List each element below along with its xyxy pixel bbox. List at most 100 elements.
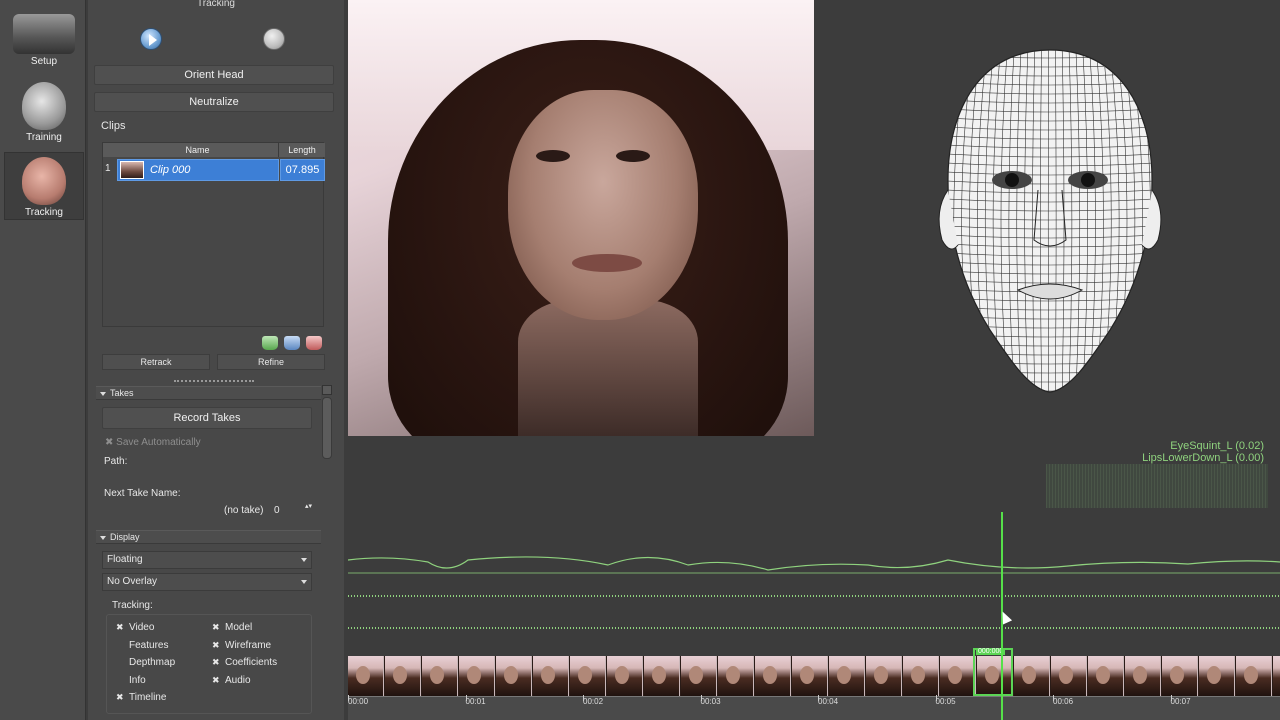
nav-training[interactable]: Training <box>4 82 84 146</box>
retrack-button[interactable]: Retrack <box>102 354 210 370</box>
timeline-tick: 00:05 <box>935 695 956 706</box>
wireframe-head-model <box>938 49 1162 393</box>
row-index: 1 <box>105 163 111 174</box>
filmstrip-frame[interactable] <box>755 656 791 696</box>
legend-lips-lower-down: LipsLowerDown_L (0.00) <box>1142 452 1264 464</box>
filmstrip-frame[interactable] <box>1051 656 1087 696</box>
info-label: Info <box>129 675 146 686</box>
filmstrip-frame[interactable] <box>644 656 680 696</box>
depthmap-checkbox[interactable]: Depthmap <box>116 657 175 668</box>
neutralize-button[interactable]: Neutralize <box>94 92 334 112</box>
tracking-head-icon <box>22 157 66 205</box>
duplicate-clip-icon[interactable] <box>284 336 300 350</box>
column-header-length[interactable]: Length <box>279 143 325 157</box>
filmstrip-frame[interactable] <box>1199 656 1235 696</box>
next-take-name-label: Next Take Name: <box>104 488 181 499</box>
model-checkbox[interactable]: ✖ Model <box>212 622 252 633</box>
splitter-handle[interactable] <box>174 380 254 382</box>
orient-head-button[interactable]: Orient Head <box>94 65 334 85</box>
filmstrip-frame[interactable] <box>903 656 939 696</box>
app-window: Setup Training Tracking Tracking Orient … <box>0 0 1280 720</box>
audio-checkbox[interactable]: ✖ Audio <box>212 675 251 686</box>
filmstrip-frame[interactable] <box>792 656 828 696</box>
save-automatically-checkbox[interactable]: ✖ Save Automatically <box>105 437 201 448</box>
timeline-ruler[interactable]: 00:00 00:01 00:02 00:03 00:04 00:05 00:06 00:07 <box>348 695 1280 720</box>
filmstrip[interactable] <box>348 656 1280 696</box>
filmstrip-frame[interactable] <box>1162 656 1198 696</box>
check-mark-icon: ✖ <box>105 437 117 448</box>
filmstrip-frame[interactable] <box>496 656 532 696</box>
filmstrip-frame[interactable] <box>681 656 717 696</box>
filmstrip-frame[interactable] <box>570 656 606 696</box>
add-clip-icon[interactable] <box>262 336 278 350</box>
take-number-stepper[interactable]: 0 <box>272 503 312 519</box>
wireframe-checkbox[interactable]: ✖ Wireframe <box>212 640 271 651</box>
filmstrip-frame[interactable] <box>607 656 643 696</box>
timeline-tick: 00:00 <box>348 695 369 706</box>
scroll-up-button[interactable] <box>322 385 332 395</box>
timeline-tick: 00:02 <box>583 695 604 706</box>
check-mark-icon: ✖ <box>212 622 220 632</box>
filmstrip-frame[interactable] <box>459 656 495 696</box>
takes-section-header[interactable]: Takes <box>96 386 321 400</box>
clip-length[interactable]: 07.895 <box>280 159 325 181</box>
timeline-checkbox[interactable]: ✖ Timeline <box>116 692 166 703</box>
features-checkbox[interactable]: Features <box>116 640 168 651</box>
clip-name: Clip 000 <box>150 164 191 176</box>
filmstrip-frame[interactable] <box>1088 656 1124 696</box>
path-label: Path: <box>104 456 128 467</box>
clips-label: Clips <box>101 120 126 132</box>
column-header-name[interactable]: Name <box>117 143 279 157</box>
filmstrip-frame[interactable] <box>1125 656 1161 696</box>
display-section-header[interactable]: Display <box>96 530 321 544</box>
check-mark-icon: ✖ <box>116 692 124 702</box>
panel-title: Tracking <box>197 0 235 9</box>
check-mark-icon: ✖ <box>212 657 220 667</box>
filmstrip-frame[interactable] <box>940 656 976 696</box>
table-row[interactable]: 1 Clip 000 07.895 <box>103 159 325 181</box>
record-takes-button[interactable]: Record Takes <box>102 407 312 429</box>
overlay-select[interactable]: No Overlay <box>102 573 312 591</box>
record-button[interactable] <box>263 28 285 50</box>
model-label: Model <box>225 622 253 633</box>
nav-setup-label: Setup <box>30 56 58 67</box>
check-mark-icon: ✖ <box>212 675 220 685</box>
filmstrip-frame[interactable] <box>1273 656 1280 696</box>
tracking-options-label: Tracking: <box>112 600 153 611</box>
depthmap-label: Depthmap <box>129 657 176 668</box>
check-mark-icon: ✖ <box>212 640 220 650</box>
coefficients-checkbox[interactable]: ✖ Coefficients <box>212 657 277 668</box>
filmstrip-frame[interactable] <box>422 656 458 696</box>
play-icon <box>149 34 157 46</box>
filmstrip-frame[interactable] <box>533 656 569 696</box>
filmstrip-frame[interactable] <box>866 656 902 696</box>
display-mode-select[interactable]: Floating <box>102 551 312 569</box>
save-automatically-label: Save Automatically <box>116 437 201 448</box>
video-subject-face <box>508 90 698 320</box>
scrollbar-thumb[interactable] <box>322 397 332 459</box>
filmstrip-frame[interactable] <box>829 656 865 696</box>
clip-name-cell[interactable]: Clip 000 <box>117 159 279 181</box>
clips-table: Name Length 1 Clip 000 07.895 <box>102 142 325 327</box>
nav-setup[interactable]: Setup <box>4 6 84 70</box>
filmstrip-frame[interactable] <box>1236 656 1272 696</box>
filmstrip-frame[interactable] <box>348 656 384 696</box>
nav-training-label: Training <box>26 132 62 143</box>
info-checkbox[interactable]: Info <box>116 675 146 686</box>
timeline-tick: 00:06 <box>1053 695 1074 706</box>
take-name-value: (no take) <box>224 505 264 516</box>
filmstrip-frame[interactable] <box>718 656 754 696</box>
selected-frame[interactable] <box>973 648 1013 696</box>
filmstrip-frame[interactable] <box>1014 656 1050 696</box>
neutral-head-icon <box>22 82 66 130</box>
check-mark-icon: ✖ <box>116 622 124 632</box>
play-button[interactable] <box>140 28 162 50</box>
filmstrip-frame[interactable] <box>385 656 421 696</box>
video-checkbox[interactable]: ✖ Video <box>116 622 154 633</box>
coefficient-curves[interactable] <box>348 510 1280 660</box>
remove-clip-icon[interactable] <box>306 336 322 350</box>
features-label: Features <box>129 640 169 651</box>
nav-tracking[interactable]: Tracking <box>4 152 84 220</box>
refine-button[interactable]: Refine <box>217 354 325 370</box>
video-viewport <box>348 0 814 436</box>
